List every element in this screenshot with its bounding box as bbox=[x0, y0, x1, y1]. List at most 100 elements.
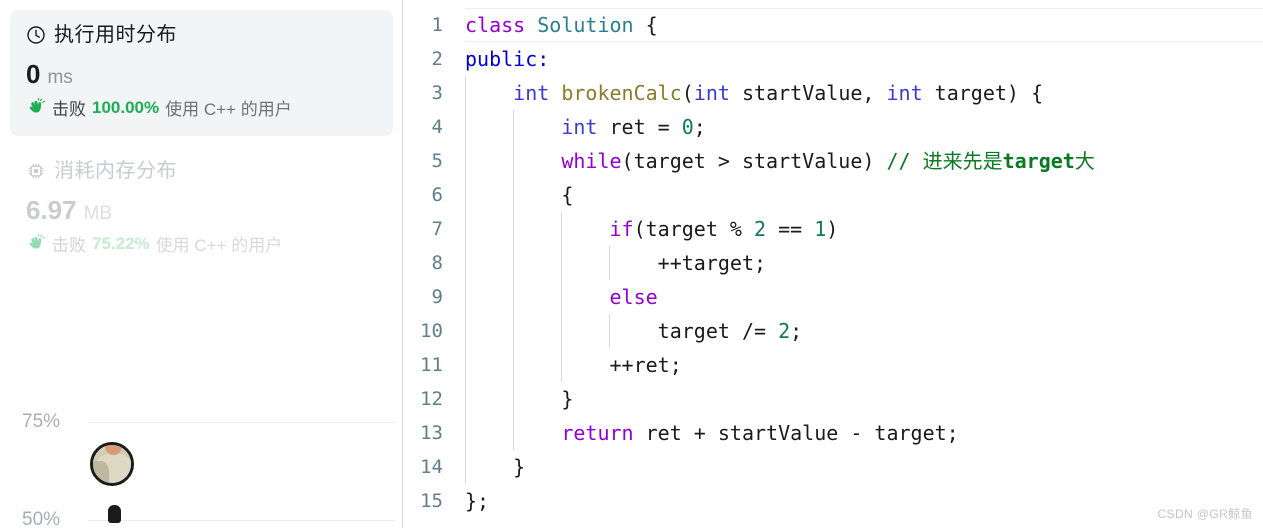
csdn-watermark: CSDN @GR鲸鱼 bbox=[1157, 507, 1253, 521]
clock-icon bbox=[26, 25, 46, 45]
token-operator: == bbox=[766, 217, 815, 241]
code-content[interactable]: }; bbox=[465, 484, 489, 518]
code-content[interactable]: public: bbox=[465, 42, 549, 76]
code-line: 4 int ret = 0; bbox=[403, 110, 1263, 144]
runtime-value: 0 bbox=[26, 59, 41, 89]
token-keyword: return bbox=[561, 421, 634, 445]
code-line: 11 ++ret; bbox=[403, 348, 1263, 382]
code-content[interactable]: int brokenCalc(int startValue, int targe… bbox=[465, 76, 1043, 110]
code-content[interactable]: ++target; bbox=[465, 246, 766, 280]
token-class-name: Solution bbox=[537, 13, 634, 37]
token-number: 2 bbox=[778, 319, 791, 343]
code-content[interactable]: else bbox=[465, 280, 658, 314]
token-expression: (target % bbox=[633, 217, 755, 241]
code-content[interactable]: ++ret; bbox=[465, 348, 682, 382]
code-line: 6 { bbox=[403, 178, 1263, 212]
line-number: 4 bbox=[431, 116, 443, 138]
token-comment: target bbox=[1002, 149, 1075, 173]
token-punctuation: { bbox=[561, 183, 574, 207]
memory-unit: MB bbox=[83, 203, 113, 224]
code-content[interactable]: } bbox=[465, 382, 573, 416]
token-statement: ++ret; bbox=[609, 353, 682, 377]
waving-hand-icon bbox=[26, 233, 46, 254]
memory-card-header: 消耗内存分布 bbox=[26, 160, 377, 182]
runtime-unit: ms bbox=[47, 67, 73, 88]
code-content[interactable]: target /= 2; bbox=[465, 314, 802, 348]
memory-beat-suffix: 使用 C++ 的用户 bbox=[155, 236, 283, 255]
code-line: 7 if(target % 2 == 1) bbox=[403, 212, 1263, 246]
line-number: 9 bbox=[431, 286, 443, 308]
line-number: 15 bbox=[420, 490, 443, 512]
token-punctuation: , bbox=[862, 81, 887, 105]
runtime-metric: 0 ms bbox=[26, 60, 377, 89]
memory-distribution-card[interactable]: 消耗内存分布 6.97 MB 击败 75.22% 使用 C++ 的用户 bbox=[10, 146, 393, 272]
gridline-50 bbox=[88, 520, 395, 521]
token-comment: 进来先是 bbox=[922, 149, 1003, 173]
token-type: int bbox=[561, 115, 598, 139]
code-line: 13 return ret + startValue - target; bbox=[403, 416, 1263, 450]
line-number: 11 bbox=[420, 354, 443, 376]
runtime-beat-prefix: 击败 bbox=[52, 100, 86, 119]
memory-beat-prefix: 击败 bbox=[52, 236, 86, 255]
token-punctuation: ( bbox=[681, 81, 694, 105]
runtime-beat-percent: 100.00% bbox=[92, 97, 160, 117]
line-number: 5 bbox=[431, 150, 443, 172]
token-keyword: class bbox=[465, 13, 526, 37]
token-punctuation: ) bbox=[826, 217, 839, 241]
token-keyword: if bbox=[609, 217, 634, 241]
runtime-beat-suffix: 使用 C++ 的用户 bbox=[165, 100, 292, 119]
submission-result-page: 执行用时分布 0 ms 击败 100.00% 使用 C++ 的用户 消耗内存分布… bbox=[0, 0, 1263, 528]
code-content[interactable]: return ret + startValue - target; bbox=[465, 416, 959, 450]
line-number: 14 bbox=[420, 456, 443, 478]
stats-panel: 执行用时分布 0 ms 击败 100.00% 使用 C++ 的用户 消耗内存分布… bbox=[0, 0, 403, 528]
user-avatar-point[interactable] bbox=[90, 442, 134, 486]
token-punctuation: } bbox=[561, 387, 574, 411]
code-line: 9 else bbox=[403, 280, 1263, 314]
code-content[interactable]: while(target > startValue) // 进来先是target… bbox=[465, 144, 1095, 178]
current-submission-marker[interactable] bbox=[108, 505, 121, 523]
code-line: 10 target /= 2; bbox=[403, 314, 1263, 348]
token-punctuation: } bbox=[513, 455, 526, 479]
code-content[interactable]: if(target % 2 == 1) bbox=[465, 212, 838, 246]
token-statement: target /= bbox=[657, 319, 779, 343]
token-function: brokenCalc bbox=[561, 81, 682, 105]
token-punctuation: ; bbox=[790, 319, 803, 343]
code-content[interactable]: class Solution { bbox=[465, 8, 658, 42]
token-punctuation: ; bbox=[693, 115, 706, 139]
runtime-beat-row: 击败 100.00% 使用 C++ 的用户 bbox=[26, 95, 377, 120]
code-line: 8 ++target; bbox=[403, 246, 1263, 280]
token-comment: // bbox=[886, 149, 923, 173]
line-number: 3 bbox=[431, 82, 443, 104]
code-content[interactable]: int ret = 0; bbox=[465, 110, 706, 144]
gridline-75 bbox=[88, 422, 395, 423]
token-number: 1 bbox=[814, 217, 827, 241]
code-line: 12 } bbox=[403, 382, 1263, 416]
line-number: 13 bbox=[420, 422, 443, 444]
code-content[interactable]: } bbox=[465, 450, 525, 484]
code-line: 1 class Solution { bbox=[403, 8, 1263, 42]
token-type: int bbox=[513, 81, 550, 105]
code-content[interactable]: { bbox=[465, 178, 573, 212]
distribution-chart[interactable]: 75% 50% bbox=[0, 380, 403, 528]
memory-value: 6.97 bbox=[26, 195, 77, 225]
runtime-distribution-card[interactable]: 执行用时分布 0 ms 击败 100.00% 使用 C++ 的用户 bbox=[10, 10, 393, 136]
line-number: 8 bbox=[431, 252, 443, 274]
token-identifier: ret = bbox=[609, 115, 682, 139]
code-viewer[interactable]: 1 class Solution { 2 public: 3 int broke… bbox=[403, 0, 1263, 528]
gridline-label-75: 75% bbox=[22, 411, 61, 432]
token-statement: ++target; bbox=[657, 251, 767, 275]
token-punctuation: ) { bbox=[1006, 81, 1044, 105]
token-type: int bbox=[886, 81, 923, 105]
